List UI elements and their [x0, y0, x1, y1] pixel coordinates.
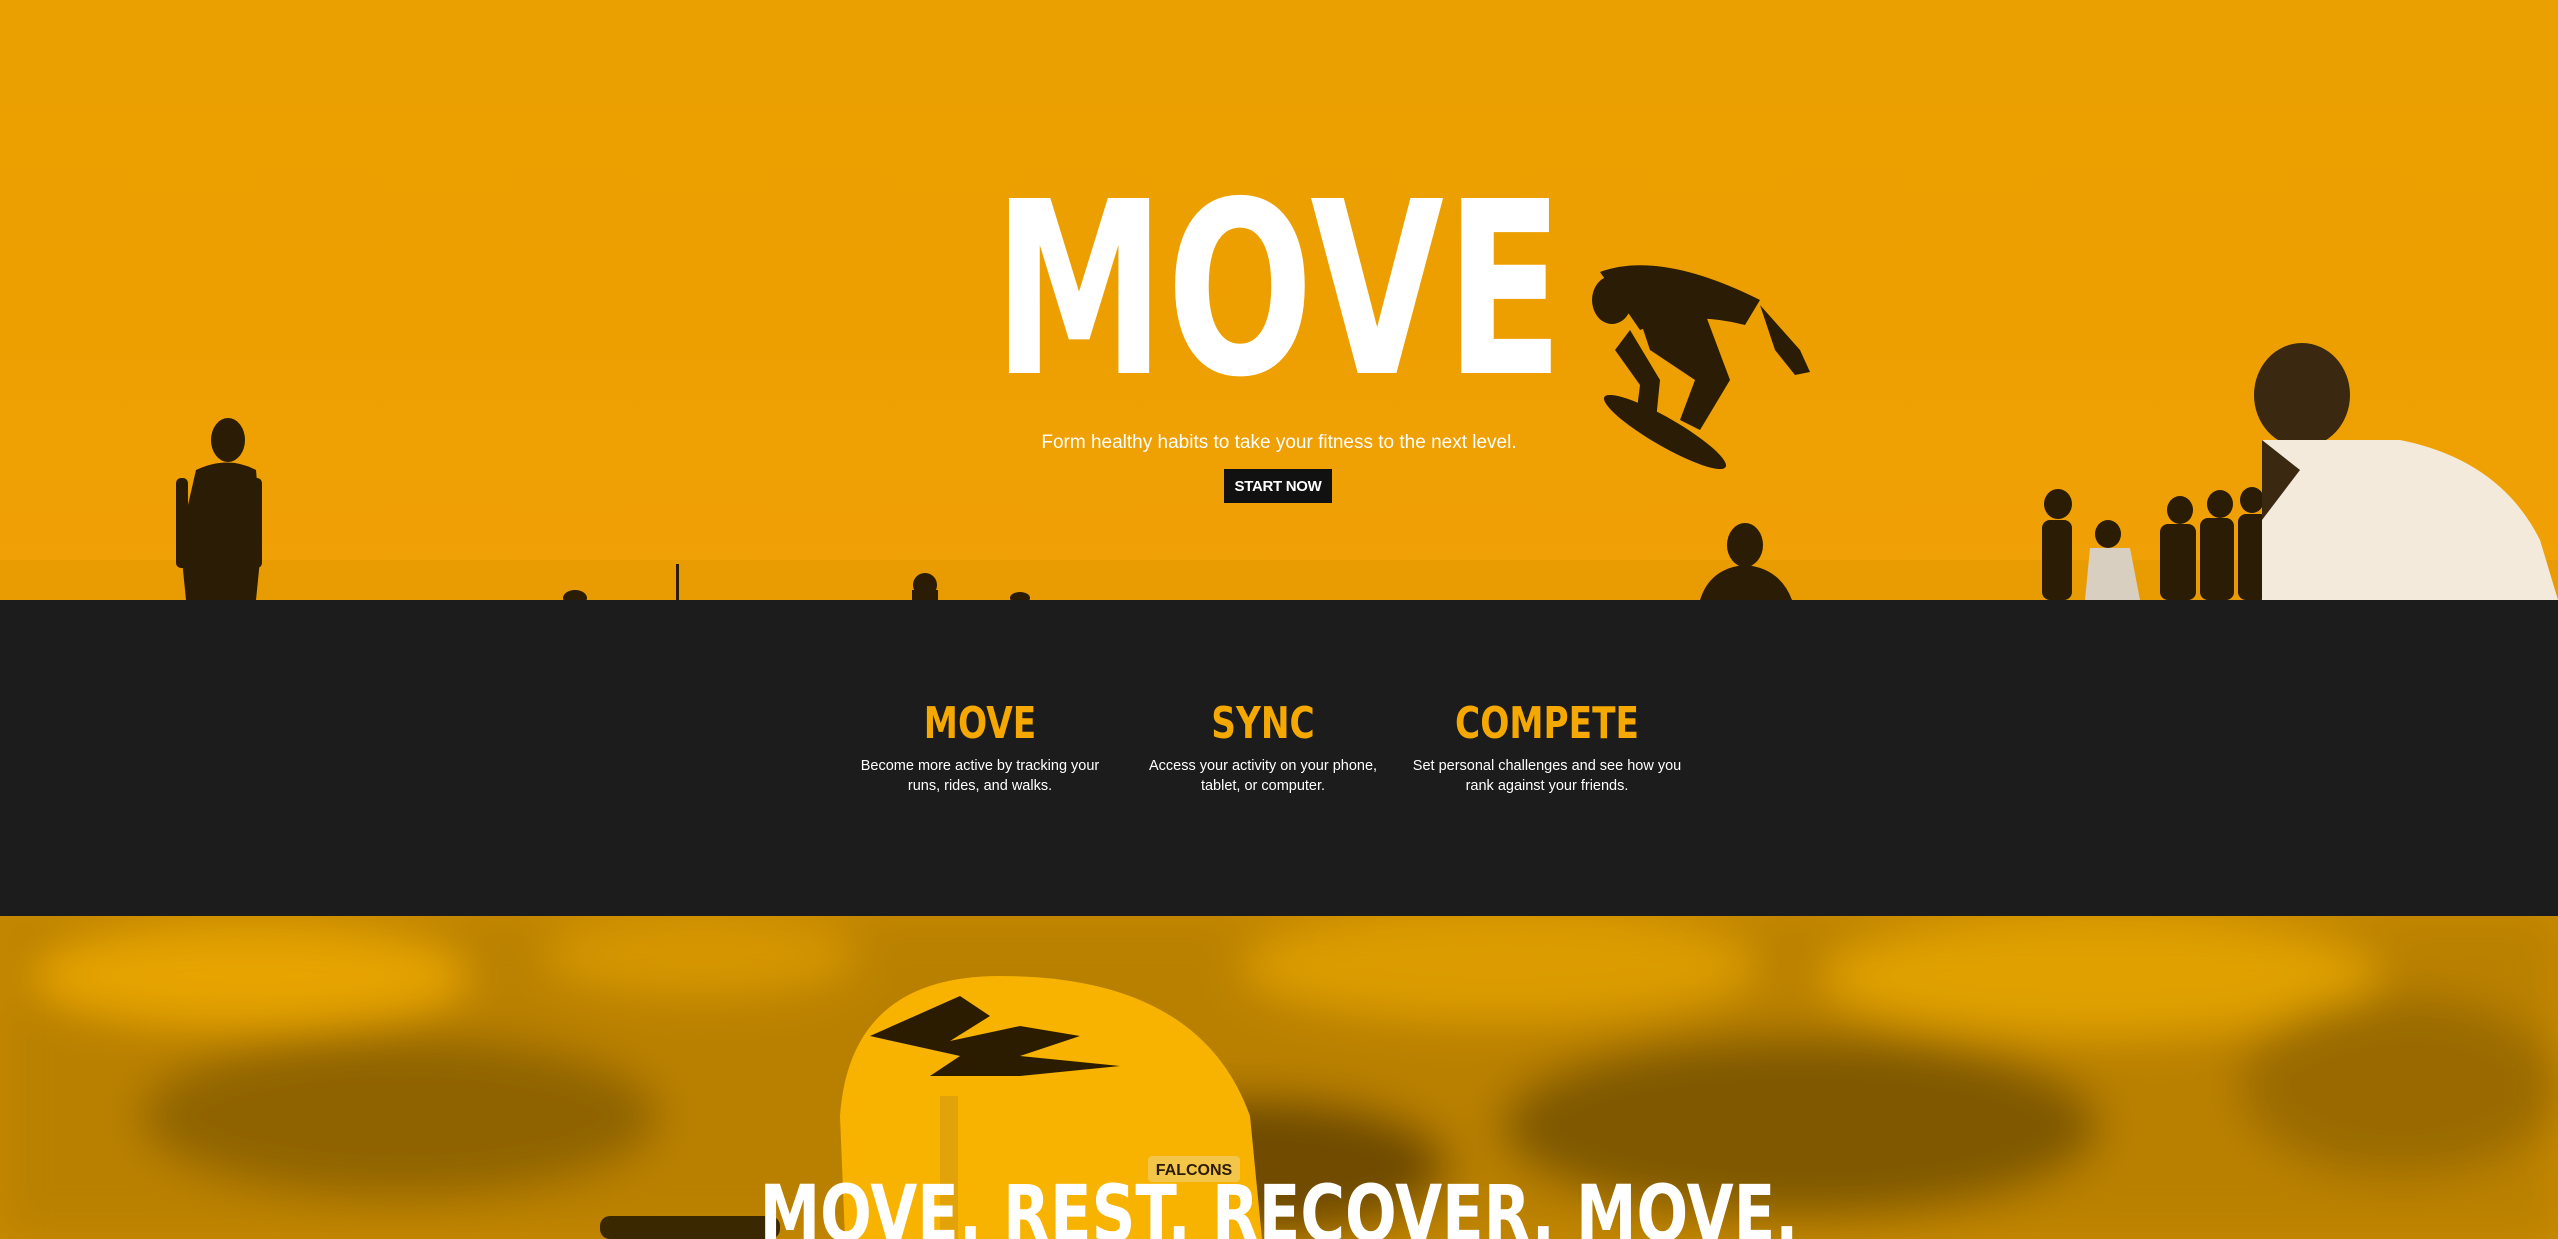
feature-description: Set personal challenges and see how you … [1412, 758, 1682, 794]
features-section: MOVE Become more active by tracking your… [0, 600, 2558, 916]
feature-description: Access your activity on your phone, tabl… [1148, 758, 1378, 794]
hero-section: MOVE Form healthy habits to take your fi… [0, 0, 2558, 600]
feature-title: COMPETE [1455, 698, 1639, 749]
start-now-button[interactable]: START NOW [1224, 469, 1332, 503]
person-foreground-right [2254, 343, 2558, 600]
feature-move: MOVE Become more active by tracking your… [845, 696, 1115, 796]
feature-title: MOVE [923, 698, 1037, 749]
feature-description: Become more active by tracking your runs… [860, 758, 1100, 794]
hero-title: MOVE [993, 150, 1565, 430]
hero-subtitle: Form healthy habits to take your fitness… [1041, 432, 1517, 453]
feature-sync: SYNC Access your activity on your phone,… [1128, 696, 1398, 796]
feature-title: SYNC [1211, 698, 1315, 749]
recovery-title: MOVE. REST. RECOVER. MOVE. [759, 1170, 1799, 1239]
feature-compete: COMPETE Set personal challenges and see … [1412, 696, 1682, 796]
recovery-section: FALCONS MOVE. REST. RECOVER. MOVE. [0, 916, 2558, 1239]
